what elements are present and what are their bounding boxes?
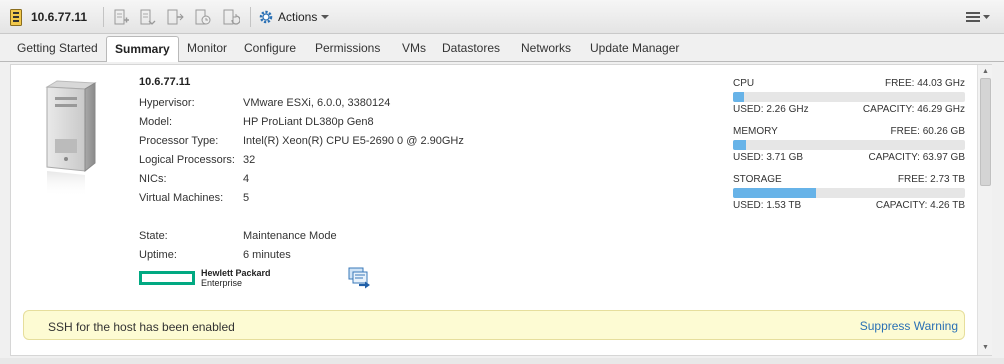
suppress-warning-link[interactable]: Suppress Warning: [860, 319, 958, 333]
storage-label: STORAGE: [733, 174, 782, 185]
storage-free: FREE: 2.73 TB: [897, 174, 965, 185]
server-icon: [45, 80, 97, 197]
hpe-logo-mark: [139, 271, 195, 285]
cpu-usage-bar: [733, 92, 965, 102]
processor-type-value: Intel(R) Xeon(R) CPU E5-2690 0 @ 2.90GHz: [243, 135, 464, 147]
migrate-icon[interactable]: [222, 8, 240, 26]
chevron-down-icon: [983, 14, 990, 19]
memory-free: FREE: 60.26 GB: [890, 126, 965, 137]
scroll-up-arrow-icon[interactable]: ▲: [980, 67, 991, 77]
tab-summary[interactable]: Summary: [106, 36, 179, 63]
title-bar: 10.6.77.11 Actions: [0, 0, 1004, 34]
memory-resource: MEMORY FREE: 60.26 GB USED: 3.71 GB CAPA…: [733, 126, 965, 163]
hypervisor-value: VMware ESXi, 6.0.0, 3380124: [243, 97, 391, 109]
deploy-ovf-icon[interactable]: [166, 8, 184, 26]
memory-usage-bar: [733, 140, 965, 150]
host-title: 10.6.77.11: [31, 10, 88, 24]
tab-vms[interactable]: VMs: [402, 41, 426, 55]
tab-configure[interactable]: Configure: [244, 41, 296, 55]
vendor-name-line2: Enterprise: [201, 278, 243, 288]
cpu-resource: CPU FREE: 44.03 GHz USED: 2.26 GHz CAPAC…: [733, 78, 965, 115]
vertical-scrollbar[interactable]: ▲ ▼: [977, 65, 992, 355]
memory-used: USED: 3.71 GB: [733, 152, 804, 163]
model-value: HP ProLiant DL380p Gen8: [243, 116, 374, 128]
hypervisor-label: Hypervisor:: [139, 97, 195, 109]
storage-usage-bar: [733, 188, 965, 198]
vendor-name-line1: Hewlett Packard: [201, 268, 271, 278]
ssh-warning-banner: SSH for the host has been enabled Suppre…: [23, 310, 965, 340]
tab-getting-started[interactable]: Getting Started: [17, 41, 98, 55]
bottom-border: [0, 358, 1004, 364]
state-label: State:: [139, 230, 168, 242]
panel-menu-button[interactable]: [962, 8, 994, 26]
host-icon: [10, 9, 22, 26]
nics-label: NICs:: [139, 173, 167, 185]
vendor-logo: Hewlett Packard Enterprise: [139, 268, 271, 288]
tab-networks[interactable]: Networks: [521, 41, 571, 55]
host-name: 10.6.77.11: [139, 76, 191, 88]
content-area: 10.6.77.11 Hypervisor: VMware ESXi, 6.0.…: [0, 62, 1004, 364]
nics-value: 4: [243, 173, 250, 185]
virtual-machines-value: 5: [243, 192, 250, 204]
gear-icon: [259, 10, 273, 24]
scrollbar-thumb[interactable]: [980, 78, 991, 186]
cpu-capacity: CAPACITY: 46.29 GHz: [862, 104, 965, 115]
new-vm-icon[interactable]: [138, 8, 156, 26]
uptime-label: Uptime:: [139, 249, 177, 261]
add-host-icon[interactable]: [112, 8, 130, 26]
memory-usage-fill: [733, 140, 747, 150]
processor-type-label: Processor Type:: [139, 135, 219, 147]
alert-message: SSH for the host has been enabled: [48, 320, 235, 334]
summary-panel: 10.6.77.11 Hypervisor: VMware ESXi, 6.0.…: [10, 64, 992, 356]
storage-resource: STORAGE FREE: 2.73 TB USED: 1.53 TB CAPA…: [733, 174, 965, 211]
menu-icon: [966, 12, 980, 22]
storage-used: USED: 1.53 TB: [733, 200, 802, 211]
chevron-down-icon: [321, 15, 330, 19]
memory-label: MEMORY: [733, 126, 778, 137]
actions-label: Actions: [278, 10, 318, 24]
state-value: Maintenance Mode: [243, 230, 337, 242]
uptime-value: 6 minutes: [243, 249, 291, 261]
storage-capacity: CAPACITY: 4.26 TB: [875, 200, 965, 211]
toolbar-separator: [103, 7, 104, 27]
cpu-usage-fill: [733, 92, 745, 102]
cpu-label: CPU: [733, 78, 755, 89]
logical-processors-value: 32: [243, 154, 256, 166]
toolbar-separator: [250, 7, 251, 27]
tab-permissions[interactable]: Permissions: [315, 41, 380, 55]
tab-bar: Getting Started Summary Monitor Configur…: [0, 34, 1004, 63]
memory-capacity: CAPACITY: 63.97 GB: [868, 152, 965, 163]
tab-datastores[interactable]: Datastores: [442, 41, 500, 55]
scroll-down-arrow-icon[interactable]: ▼: [980, 343, 991, 353]
remote-console-icon[interactable]: [347, 266, 373, 290]
model-label: Model:: [139, 116, 173, 128]
actions-menu[interactable]: Actions: [258, 8, 330, 26]
tab-monitor[interactable]: Monitor: [187, 41, 227, 55]
cpu-used: USED: 2.26 GHz: [733, 104, 809, 115]
storage-usage-fill: [733, 188, 817, 198]
logical-processors-label: Logical Processors:: [139, 154, 235, 166]
virtual-machines-label: Virtual Machines:: [139, 192, 224, 204]
cpu-free: FREE: 44.03 GHz: [884, 78, 965, 89]
new-vapp-icon[interactable]: [194, 8, 212, 26]
tab-update-manager[interactable]: Update Manager: [590, 41, 679, 55]
